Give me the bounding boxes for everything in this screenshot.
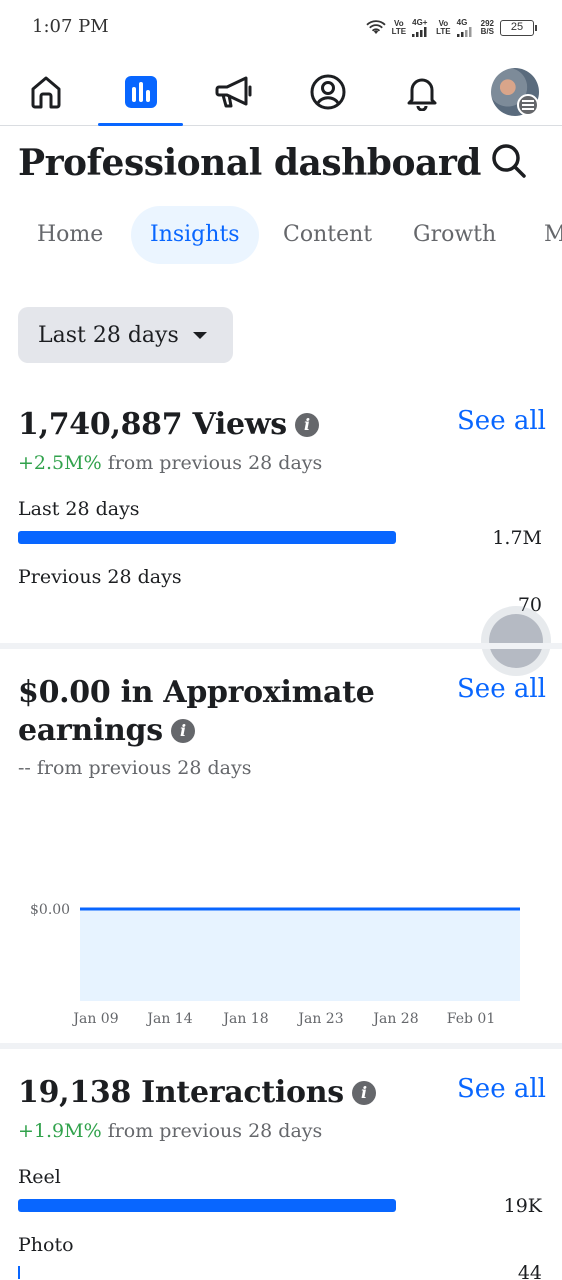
nav-home-button[interactable] — [22, 68, 70, 116]
insights-icon — [125, 76, 157, 108]
x-tick-label: Jan 23 — [296, 1011, 343, 1027]
search-button[interactable] — [486, 138, 532, 184]
interactions-bar-fill-reel — [18, 1199, 396, 1212]
menu-badge-icon[interactable] — [517, 94, 539, 116]
views-see-all-link[interactable]: See all — [457, 406, 546, 436]
status-time: 1:07 PM — [32, 16, 109, 37]
views-bar-fill-current — [18, 531, 396, 544]
interactions-delta: +1.9M% from previous 28 days — [18, 1120, 322, 1142]
x-tick-label: Jan 18 — [221, 1011, 268, 1027]
signal-1: 4G+ — [412, 19, 430, 37]
network-2-label: Vo LTE — [436, 19, 451, 36]
status-bar: 1:07 PM Vo LTE 4G+ Vo LTE 4G 292 B/S 25 — [0, 0, 562, 56]
tab-home[interactable]: Home — [18, 206, 122, 264]
info-icon[interactable]: i — [294, 413, 319, 437]
earnings-area — [80, 909, 520, 1001]
signal-2: 4G — [456, 18, 475, 37]
nav-ads-button[interactable] — [210, 68, 258, 116]
views-delta-value: +2.5M% — [18, 452, 102, 474]
date-range-label: Last 28 days — [38, 322, 179, 348]
network-2-gen: 4G — [456, 18, 468, 27]
earnings-title-line1: $0.00 in Approximate — [18, 675, 375, 710]
battery-icon: 25 — [500, 20, 537, 36]
interactions-bar-fill-photo — [18, 1266, 20, 1279]
x-tick-label: Jan 28 — [371, 1011, 418, 1027]
interactions-bar-label-reel: Reel — [18, 1166, 61, 1188]
views-bar-label-previous: Previous 28 days — [18, 566, 182, 588]
y-tick-label: $0.00 — [30, 902, 70, 918]
section-divider — [0, 1043, 562, 1049]
tab-growth[interactable]: Growth — [394, 206, 515, 264]
status-icons: Vo LTE 4G+ Vo LTE 4G 292 B/S 25 — [365, 16, 537, 40]
views-delta-text: from previous 28 days — [101, 452, 323, 474]
views-bar-value-current: 1.7M — [492, 527, 542, 549]
tab-more[interactable]: M — [525, 206, 562, 264]
touch-indicator — [489, 614, 543, 668]
top-nav — [0, 60, 562, 126]
network-1-label: Vo LTE — [391, 19, 407, 36]
network-1-gen: 4G+ — [412, 18, 428, 27]
network-speed: 292 B/S — [480, 19, 494, 36]
profile-icon — [310, 74, 346, 110]
views-bar-current — [18, 531, 396, 544]
views-delta: +2.5M% from previous 28 days — [18, 452, 322, 474]
views-title: 1,740,887 Views i — [18, 406, 319, 444]
search-icon — [492, 144, 526, 178]
x-tick-label: Jan 09 — [71, 1011, 118, 1027]
views-bar-value-previous: 70 — [517, 594, 542, 616]
home-icon — [31, 76, 61, 109]
date-range-dropdown[interactable]: Last 28 days — [18, 307, 233, 363]
page-title: Professional dashboard — [18, 142, 481, 184]
views-bar-label-current: Last 28 days — [18, 498, 140, 520]
earnings-chart: $0.00 Jan 09 Jan 14 Jan 18 Jan 23 Jan 28 Feb … — [30, 902, 520, 1027]
interactions-bar-value-photo: 44 — [517, 1262, 542, 1280]
signal-bars-2-icon — [456, 27, 472, 37]
earnings-title-line2: earnings — [18, 713, 163, 748]
section-divider — [0, 643, 562, 649]
megaphone-icon — [215, 76, 252, 108]
interactions-bar-value-reel: 19K — [503, 1195, 542, 1217]
views-title-text: 1,740,887 Views — [18, 407, 287, 442]
interactions-bar-photo — [18, 1266, 396, 1279]
nav-insights-button[interactable] — [117, 68, 165, 116]
info-icon[interactable]: i — [170, 719, 195, 743]
bell-icon — [407, 78, 437, 111]
info-icon[interactable]: i — [351, 1081, 376, 1105]
earnings-delta: -- from previous 28 days — [18, 757, 252, 779]
tab-insights[interactable]: Insights — [131, 206, 259, 264]
nav-notifications-button[interactable] — [398, 68, 446, 116]
wifi-icon — [365, 20, 386, 34]
interactions-bar-reel — [18, 1199, 396, 1212]
signal-bars-1-icon — [412, 27, 427, 37]
interactions-delta-text: from previous 28 days — [101, 1120, 323, 1142]
nav-profile-button[interactable] — [304, 68, 352, 116]
caret-down-icon — [192, 331, 207, 339]
tab-bar: Home Insights Content Growth M — [0, 206, 562, 264]
earnings-see-all-link[interactable]: See all — [457, 674, 546, 704]
interactions-bar-label-photo: Photo — [18, 1234, 74, 1256]
earnings-title: $0.00 in Approximate earnings i — [18, 674, 375, 750]
x-tick-label: Feb 01 — [447, 1011, 495, 1027]
interactions-delta-value: +1.9M% — [18, 1120, 102, 1142]
nav-active-indicator — [98, 123, 183, 126]
interactions-see-all-link[interactable]: See all — [457, 1074, 546, 1104]
interactions-title: 19,138 Interactions i — [18, 1074, 376, 1112]
tab-content[interactable]: Content — [264, 206, 391, 264]
interactions-title-text: 19,138 Interactions — [18, 1075, 344, 1110]
x-tick-label: Jan 14 — [145, 1011, 192, 1027]
